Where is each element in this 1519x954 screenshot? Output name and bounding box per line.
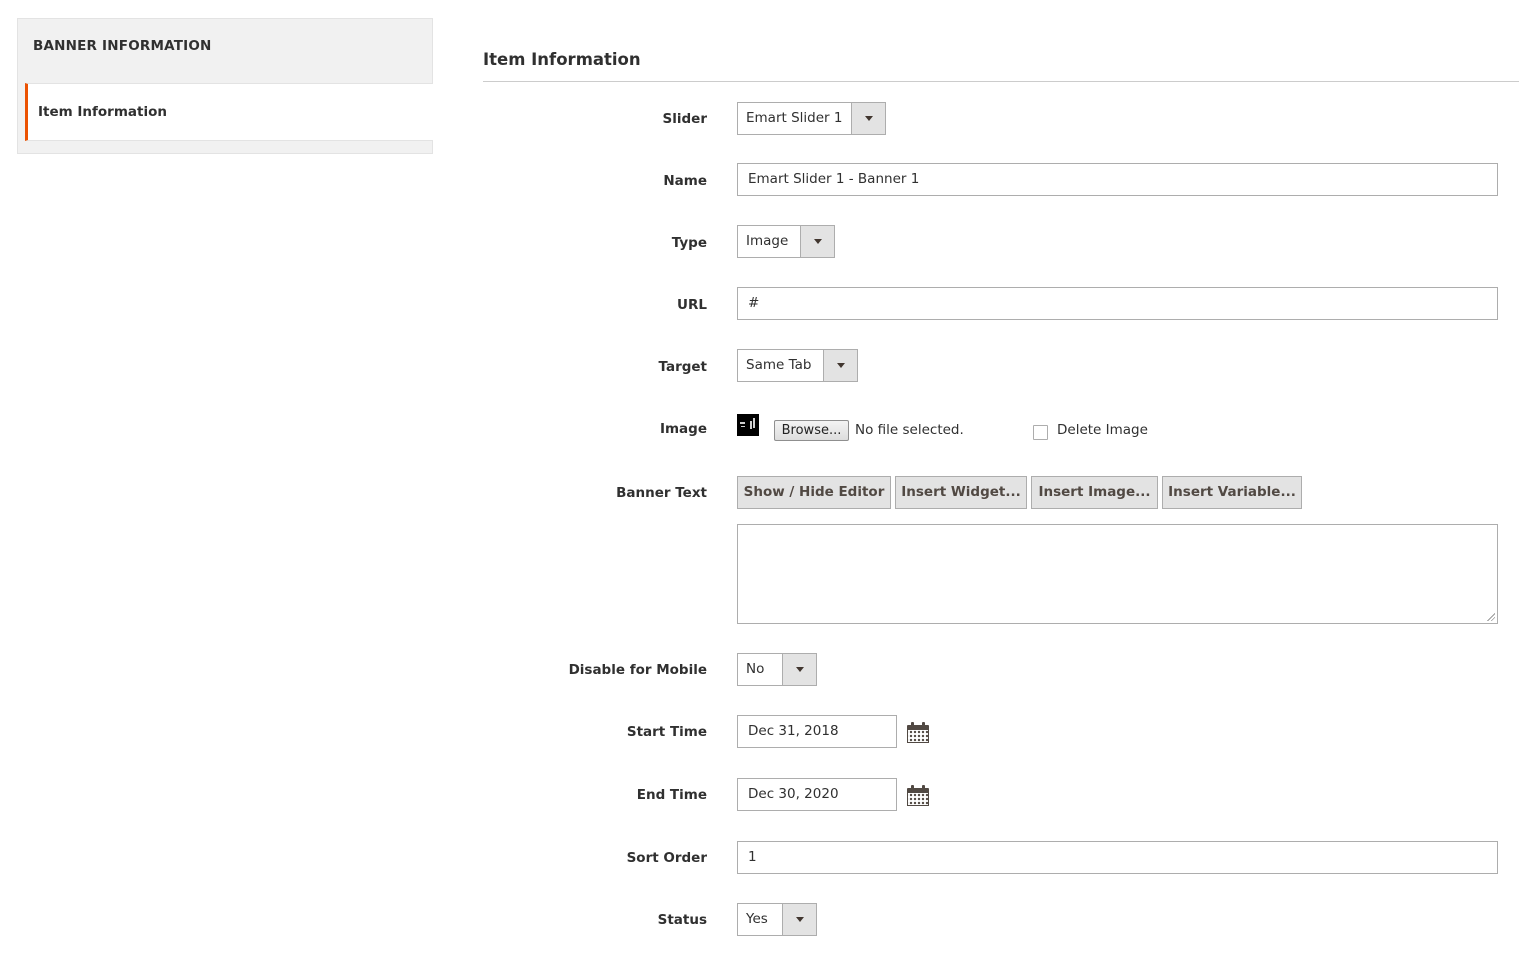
banner-text-textarea[interactable] (737, 524, 1498, 624)
disable-mobile-dropdown-button[interactable] (782, 654, 816, 685)
caret-down-icon (795, 917, 804, 922)
type-select[interactable]: Image (737, 225, 835, 258)
image-thumbnail (737, 414, 759, 436)
insert-variable-button[interactable]: Insert Variable... (1162, 476, 1302, 509)
target-dropdown-button[interactable] (823, 350, 857, 381)
no-file-text: No file selected. (855, 422, 964, 438)
url-input[interactable]: # (737, 287, 1498, 320)
image-label: Image (659, 421, 707, 437)
resize-handle-icon[interactable] (1486, 612, 1495, 621)
type-dropdown-button[interactable] (800, 226, 834, 257)
slider-select[interactable]: Emart Slider 1 (737, 102, 886, 135)
slider-label: Slider (662, 111, 707, 127)
caret-down-icon (864, 116, 873, 121)
target-select[interactable]: Same Tab (737, 349, 858, 382)
show-hide-editor-button[interactable]: Show / Hide Editor (737, 476, 891, 509)
target-value: Same Tab (746, 357, 812, 373)
caret-down-icon (836, 363, 845, 368)
insert-widget-button[interactable]: Insert Widget... (895, 476, 1027, 509)
disable-mobile-select[interactable]: No (737, 653, 817, 686)
sort-order-label: Sort Order (626, 850, 707, 866)
status-select[interactable]: Yes (737, 903, 817, 936)
start-time-label: Start Time (626, 724, 707, 740)
sort-order-input[interactable]: 1 (737, 841, 1498, 874)
disable-mobile-value: No (746, 661, 765, 677)
name-label: Name (663, 173, 707, 189)
name-input[interactable]: Emart Slider 1 - Banner 1 (737, 163, 1498, 196)
end-time-label: End Time (636, 787, 707, 803)
url-label: URL (677, 297, 707, 313)
slider-dropdown-button[interactable] (851, 103, 885, 134)
type-label: Type (671, 235, 707, 251)
end-time-input[interactable]: Dec 30, 2020 (737, 778, 897, 811)
banner-text-label: Banner Text (616, 485, 707, 501)
calendar-icon[interactable] (907, 785, 929, 806)
status-dropdown-button[interactable] (782, 904, 816, 935)
delete-image-label[interactable]: Delete Image (1057, 422, 1148, 438)
sidebar-title: BANNER INFORMATION (33, 38, 212, 54)
caret-down-icon (813, 239, 822, 244)
caret-down-icon (795, 667, 804, 672)
status-value: Yes (746, 911, 768, 927)
sidebar: BANNER INFORMATION Item Information (17, 18, 433, 154)
status-label: Status (657, 912, 707, 928)
type-value: Image (746, 233, 789, 249)
browse-button[interactable]: Browse... (774, 420, 849, 441)
section-divider (483, 81, 1519, 82)
section-title: Item Information (483, 50, 641, 69)
calendar-icon[interactable] (907, 722, 929, 743)
disable-mobile-label: Disable for Mobile (568, 662, 707, 678)
insert-image-button[interactable]: Insert Image... (1031, 476, 1158, 509)
tab-item-information[interactable]: Item Information (25, 83, 433, 141)
slider-value: Emart Slider 1 (746, 110, 843, 126)
delete-image-checkbox[interactable] (1033, 425, 1048, 440)
start-time-input[interactable]: Dec 31, 2018 (737, 715, 897, 748)
target-label: Target (658, 359, 707, 375)
